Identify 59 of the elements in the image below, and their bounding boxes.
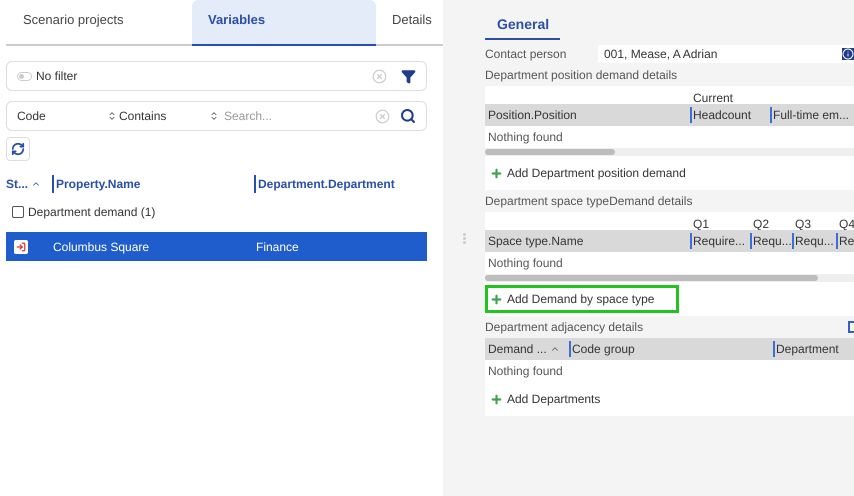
tab[interactable]: Details <box>376 0 432 46</box>
column-header[interactable]: Require... <box>693 232 746 250</box>
column-header[interactable]: Full-time em... <box>773 106 850 124</box>
column-group-header: Q3 <box>795 217 812 230</box>
plus-icon <box>490 392 503 406</box>
section-title: Department adjacency details <box>485 319 644 336</box>
column-header[interactable]: St... <box>6 175 28 193</box>
column-header[interactable]: Headcount <box>693 106 752 124</box>
department-name: Finance <box>256 238 299 256</box>
operator-select[interactable]: Contains <box>119 107 209 125</box>
column-header[interactable]: Department.Department <box>258 177 395 191</box>
column-header[interactable]: Space type.Name <box>488 232 584 250</box>
column-header[interactable]: Requ... <box>753 232 792 250</box>
group-label: Department demand (1) <box>28 204 156 221</box>
column-group-header: Current <box>693 91 734 104</box>
filter-bar[interactable]: No filter <box>6 61 427 91</box>
empty-message: Nothing found <box>488 255 563 272</box>
plus-icon <box>490 166 503 180</box>
drag-handle-icon[interactable] <box>462 232 466 244</box>
search-field[interactable]: Search... <box>224 107 375 125</box>
column-header[interactable]: Department <box>776 340 839 358</box>
section-title: Department space typeDemand details <box>485 193 692 210</box>
field-label: Contact person <box>485 46 568 63</box>
column-group-header: Q1 <box>693 217 710 230</box>
filter-label: No filter <box>36 68 78 85</box>
column-header[interactable]: Demand ... <box>488 340 547 358</box>
empty-message: Nothing found <box>488 129 563 146</box>
field-select[interactable]: Code <box>17 107 107 125</box>
column-header[interactable]: Requ... <box>795 232 834 250</box>
empty-message: Nothing found <box>488 363 563 380</box>
info-icon[interactable] <box>842 48 854 60</box>
section-title: Department position demand details <box>485 67 678 84</box>
tab[interactable]: Variables <box>192 0 376 46</box>
column-header[interactable]: Re <box>839 232 854 250</box>
scrollbar-thumb[interactable] <box>485 275 818 281</box>
status-icon <box>14 240 28 254</box>
refresh-button[interactable] <box>6 137 30 161</box>
checkbox[interactable] <box>12 206 24 218</box>
tab[interactable]: General <box>485 14 560 40</box>
scrollbar-thumb[interactable] <box>485 149 615 155</box>
scrollbar[interactable] <box>485 274 854 282</box>
sort-arrows-icon[interactable] <box>209 111 219 121</box>
scrollbar[interactable] <box>485 148 854 156</box>
column-header[interactable]: Position.Position <box>488 106 577 124</box>
add-button[interactable]: Add Demand by space type <box>485 285 679 313</box>
refresh-icon <box>11 142 25 156</box>
contact-field[interactable]: 001, Mease, A Adrian <box>598 45 854 63</box>
filter-icon[interactable] <box>401 68 416 84</box>
column-header[interactable]: Property.Name <box>56 177 140 191</box>
column-header[interactable]: Code group <box>572 340 635 358</box>
sort-arrows-icon[interactable] <box>107 111 117 121</box>
column-group-header: Q2 <box>753 217 770 230</box>
search-icon[interactable] <box>400 108 416 124</box>
tab[interactable]: Scenario projects <box>6 0 192 46</box>
plus-icon <box>490 292 503 306</box>
expand-icon[interactable] <box>848 321 854 333</box>
property-name: Columbus Square <box>53 238 150 256</box>
list-row[interactable]: Columbus Square Finance <box>6 232 427 261</box>
toggle-switch[interactable] <box>17 72 32 80</box>
